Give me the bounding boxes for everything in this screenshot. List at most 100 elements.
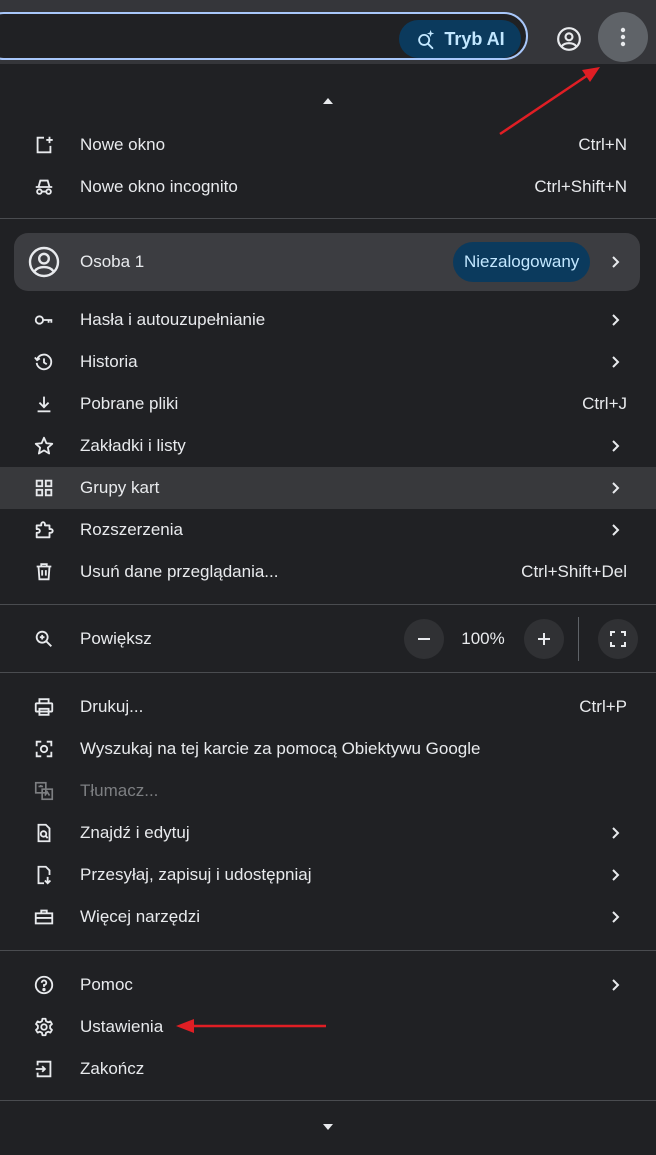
chevron-right-icon (612, 440, 620, 452)
menu-item-help[interactable]: Pomoc (0, 964, 656, 1006)
menu-item-label: Historia (80, 352, 138, 371)
account-circle-icon (28, 246, 60, 278)
scroll-down-button[interactable] (318, 1120, 338, 1134)
menu-item-label: Więcej narzędzi (80, 907, 200, 926)
menu-item-label: Znajdź i edytuj (80, 823, 190, 842)
fullscreen-icon (610, 631, 626, 647)
menu-divider (0, 950, 656, 951)
menu-item-label: Drukuj... (80, 697, 144, 716)
zoom-divider (578, 617, 579, 661)
chevron-right-icon (612, 979, 620, 991)
menu-item-clear-browsing-data[interactable]: Usuń dane przeglądania... Ctrl+Shift+Del (0, 551, 656, 593)
menu-item-label: Tłumacz... (80, 781, 159, 800)
shortcut-label: Ctrl+J (582, 394, 627, 413)
shortcut-label: Ctrl+N (578, 135, 627, 154)
menu-item-label: Przesyłaj, zapisuj i udostępniaj (80, 865, 312, 884)
shortcut-label: Ctrl+Shift+Del (521, 562, 627, 581)
menu-item-label: Nowe okno incognito (80, 177, 238, 196)
browser-menu-button[interactable] (598, 12, 648, 62)
menu-item-google-lens[interactable]: Wyszukaj na tej karcie za pomocą Obiekty… (0, 728, 656, 770)
menu-item-cast-save-share[interactable]: Przesyłaj, zapisuj i udostępniaj (0, 854, 656, 896)
menu-divider (0, 604, 656, 605)
zoom-out-button[interactable] (404, 619, 444, 659)
chevron-right-icon (612, 827, 620, 839)
menu-item-person[interactable]: Osoba 1 Niezalogowany (14, 233, 640, 291)
menu-item-label: Ustawienia (80, 1017, 164, 1036)
menu-item-label: Wyszukaj na tej karcie za pomocą Obiekty… (80, 739, 481, 758)
person-name: Osoba 1 (80, 252, 145, 271)
fullscreen-button[interactable] (598, 619, 638, 659)
menu-item-extensions[interactable]: Rozszerzenia (0, 509, 656, 551)
chevron-right-icon (612, 869, 620, 881)
menu-item-label: Pomoc (80, 975, 133, 994)
file-share-icon (32, 863, 56, 887)
lens-icon (32, 737, 56, 761)
sparkle-search-icon (418, 29, 435, 50)
menu-item-bookmarks[interactable]: Zakładki i listy (0, 425, 656, 467)
menu-item-label: Nowe okno (80, 135, 166, 154)
new-window-icon (32, 133, 56, 157)
menu-item-label: Zakończ (80, 1059, 145, 1078)
menu-item-settings[interactable]: Ustawienia (0, 1006, 656, 1048)
menu-divider (0, 218, 656, 219)
gear-icon (32, 1015, 56, 1039)
help-icon (32, 973, 56, 997)
menu-item-label: Powiększ (80, 629, 152, 648)
zoom-icon (32, 627, 56, 651)
star-icon (32, 434, 56, 458)
zoom-level-value: 100% (461, 629, 505, 648)
translate-icon (32, 779, 56, 803)
menu-item-more-tools[interactable]: Więcej narzędzi (0, 896, 656, 938)
chevron-right-icon (612, 356, 620, 368)
menu-item-label: Zakładki i listy (80, 436, 186, 455)
menu-item-label: Hasła i autouzupełnianie (80, 310, 266, 329)
menu-item-label: Rozszerzenia (80, 520, 183, 539)
menu-item-label: Grupy kart (80, 478, 160, 497)
menu-item-translate: Tłumacz... (0, 770, 656, 812)
menu-item-tab-groups[interactable]: Grupy kart (0, 467, 656, 509)
browser-menu: Nowe okno Ctrl+N Nowe okno incognito Ctr… (0, 64, 656, 1155)
menu-item-new-incognito-window[interactable]: Nowe okno incognito Ctrl+Shift+N (0, 166, 656, 208)
profile-button[interactable] (550, 20, 588, 58)
menu-divider (0, 1100, 656, 1101)
chevron-right-icon (612, 911, 620, 923)
more-vert-icon (620, 27, 626, 47)
menu-item-find-and-edit[interactable]: Znajdź i edytuj (0, 812, 656, 854)
menu-item-print[interactable]: Drukuj... Ctrl+P (0, 686, 656, 728)
incognito-icon (32, 175, 56, 199)
caret-up-icon (323, 98, 333, 104)
chevron-right-icon (612, 314, 620, 326)
puzzle-icon (32, 518, 56, 542)
plus-icon (538, 633, 550, 645)
menu-item-passwords[interactable]: Hasła i autouzupełnianie (0, 299, 656, 341)
menu-divider (0, 672, 656, 673)
key-icon (32, 308, 56, 332)
shortcut-label: Ctrl+P (579, 697, 627, 716)
toolbox-icon (32, 905, 56, 929)
trash-icon (32, 560, 56, 584)
menu-item-history[interactable]: Historia (0, 341, 656, 383)
download-icon (32, 392, 56, 416)
ai-mode-button[interactable]: Tryb AI (399, 20, 521, 58)
account-circle-icon (557, 27, 581, 51)
exit-icon (32, 1057, 56, 1081)
find-in-page-icon (32, 821, 56, 845)
caret-down-icon (323, 1124, 333, 1130)
menu-item-exit[interactable]: Zakończ (0, 1048, 656, 1090)
signin-status-badge[interactable]: Niezalogowany (453, 242, 591, 282)
menu-item-new-window[interactable]: Nowe okno Ctrl+N (0, 124, 656, 166)
chevron-right-icon (612, 524, 620, 536)
menu-item-downloads[interactable]: Pobrane pliki Ctrl+J (0, 383, 656, 425)
minus-icon (418, 638, 430, 640)
chevron-right-icon (612, 256, 620, 268)
menu-item-label: Pobrane pliki (80, 394, 179, 413)
ai-mode-label: Tryb AI (444, 28, 505, 49)
history-icon (32, 350, 56, 374)
chevron-right-icon (612, 482, 620, 494)
printer-icon (32, 695, 56, 719)
zoom-in-button[interactable] (524, 619, 564, 659)
grid-icon (32, 476, 56, 500)
shortcut-label: Ctrl+Shift+N (534, 177, 627, 196)
scroll-up-button[interactable] (318, 94, 338, 108)
browser-toolbar: Tryb AI (0, 0, 656, 64)
